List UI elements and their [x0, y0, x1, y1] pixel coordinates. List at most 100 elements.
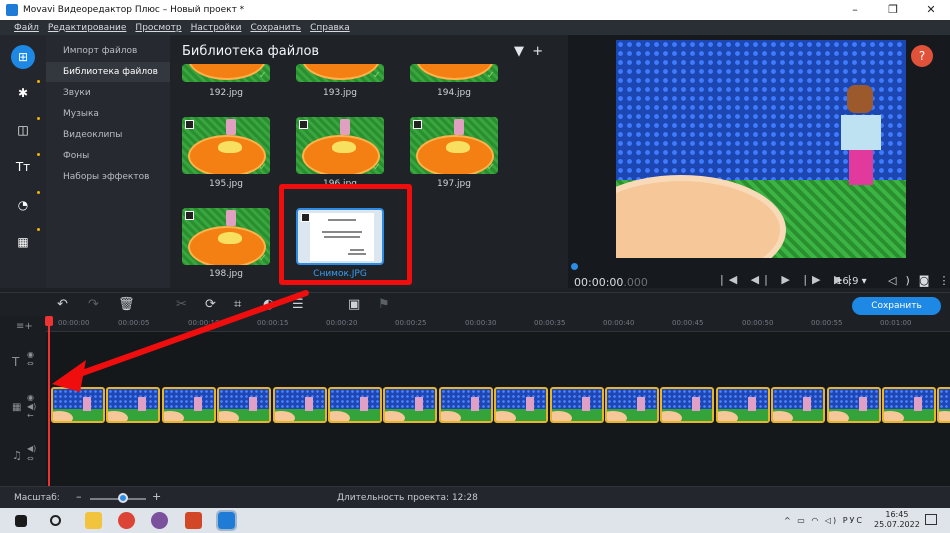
movavi-taskbar-icon[interactable]	[216, 510, 237, 531]
stickers-tool-button[interactable]: ◔	[11, 193, 35, 217]
play-icon[interactable]: ▶	[781, 273, 794, 286]
viber-icon[interactable]	[151, 512, 168, 529]
category-music[interactable]: Музыка	[46, 104, 170, 124]
timeline-clip[interactable]	[826, 387, 881, 423]
chrome-icon[interactable]	[118, 512, 135, 529]
prev-frame-icon[interactable]: ◀|	[751, 273, 773, 286]
file-thumb-197[interactable]: ✓	[410, 117, 498, 174]
category-import[interactable]: Импорт файлов	[46, 41, 170, 61]
import-tool-button[interactable]: ⊞	[11, 45, 35, 69]
timeline-clip[interactable]	[882, 387, 936, 423]
track-link-icon[interactable]: ⇔	[27, 359, 34, 368]
file-explorer-icon[interactable]	[85, 512, 102, 529]
check-icon: ✓	[372, 162, 381, 173]
undo-icon[interactable]: ↶	[57, 297, 68, 312]
menu-help[interactable]: Справка	[310, 23, 350, 33]
file-thumb-193[interactable]: ✓	[296, 64, 384, 82]
check-icon: ✓	[372, 70, 381, 81]
track-mute-icon[interactable]: ◀)	[27, 402, 36, 411]
delete-icon[interactable]: 🗑	[118, 297, 135, 312]
preview-scrub-handle[interactable]	[571, 263, 578, 270]
color-adjust-icon[interactable]: ◐	[263, 297, 274, 312]
volume-tray-icon[interactable]: ◁)	[825, 516, 838, 525]
timeline-clip[interactable]	[161, 387, 216, 423]
save-button[interactable]: Сохранить	[852, 297, 941, 315]
menu-edit[interactable]: Редактирование	[48, 23, 127, 33]
timeline-clip[interactable]	[272, 387, 327, 423]
maximize-button[interactable]: ❐	[874, 0, 912, 20]
close-button[interactable]: ✕	[912, 0, 950, 20]
plus-icon[interactable]: +	[532, 44, 543, 59]
redo-icon[interactable]: ↷	[88, 297, 99, 312]
volume-icon[interactable]: ◁)	[888, 274, 919, 287]
timeline-clip[interactable]	[217, 387, 272, 423]
file-thumb-192[interactable]: ✓	[182, 64, 270, 82]
timeline-clip[interactable]	[937, 387, 950, 423]
timeline-clip[interactable]	[660, 387, 715, 423]
marker-icon[interactable]: ⚑	[378, 297, 390, 312]
timeline-clip[interactable]	[605, 387, 659, 423]
playhead-handle[interactable]	[45, 316, 53, 326]
timeline-clip[interactable]	[51, 387, 105, 423]
menu-save[interactable]: Сохранить	[250, 23, 301, 33]
network-icon[interactable]: ◠	[811, 516, 820, 525]
file-thumb-195[interactable]: ✓	[182, 117, 270, 174]
menu-view[interactable]: Просмотр	[135, 23, 181, 33]
track-visibility-icon[interactable]: ◉	[27, 393, 34, 402]
cut-icon[interactable]: ✂	[176, 297, 187, 312]
minimize-button[interactable]: –	[836, 0, 874, 20]
battery-icon[interactable]: ▭	[797, 516, 807, 525]
video-track-icon: ▦	[12, 402, 22, 413]
effects-tool-button[interactable]: ✱	[11, 81, 35, 105]
category-videoclips[interactable]: Видеоклипы	[46, 125, 170, 145]
timeline-clip[interactable]	[715, 387, 770, 423]
file-thumb-198[interactable]: ✓	[182, 208, 270, 265]
menu-file[interactable]: Файл	[14, 23, 39, 33]
track-arrow-icon[interactable]: ←	[27, 411, 34, 420]
filter-icon[interactable]: ▼	[514, 44, 524, 59]
transitions-tool-button[interactable]: ◫	[11, 118, 35, 142]
file-thumb-196[interactable]: ✓	[296, 117, 384, 174]
language-indicator[interactable]: РУС	[843, 516, 864, 525]
aspect-ratio-select[interactable]: 16:9 ▾	[836, 276, 867, 287]
next-frame-icon[interactable]: |▶	[803, 273, 825, 286]
timeline-clip[interactable]	[438, 387, 493, 423]
timeline-ruler[interactable]: 00:00:00 00:00:05 00:00:10 00:00:15 00:0…	[46, 316, 950, 332]
zoom-out-icon[interactable]: –	[76, 490, 82, 503]
crop-icon[interactable]: ⌗	[234, 297, 241, 312]
slideshow-icon[interactable]: ▣	[348, 297, 360, 312]
category-sounds[interactable]: Звуки	[46, 83, 170, 103]
timeline-clip[interactable]	[106, 387, 161, 423]
search-icon[interactable]	[50, 515, 61, 526]
titles-tool-button[interactable]: Tт	[11, 155, 35, 179]
zoom-in-icon[interactable]: +	[152, 490, 161, 503]
file-thumb-194[interactable]: ✓	[410, 64, 498, 82]
track-mute-icon[interactable]: ◀)	[27, 444, 36, 453]
skip-start-icon[interactable]: |◀	[720, 273, 742, 286]
notification-icon[interactable]	[925, 514, 937, 525]
chevron-up-icon[interactable]: ^	[784, 516, 793, 525]
timeline-clip[interactable]	[549, 387, 604, 423]
more-tools-button[interactable]: ▦	[11, 230, 35, 254]
clock[interactable]: 16:45 25.07.2022	[874, 510, 920, 530]
zoom-slider-knob[interactable]	[118, 493, 128, 503]
track-link-icon[interactable]: ⇔	[27, 454, 34, 463]
category-backgrounds[interactable]: Фоны	[46, 146, 170, 166]
powerpoint-icon[interactable]	[185, 512, 202, 529]
timeline-clip[interactable]	[328, 387, 382, 423]
add-track-icon[interactable]: ≡+	[16, 321, 33, 332]
track-visibility-icon[interactable]: ◉	[27, 350, 34, 359]
windows-start-icon[interactable]	[15, 515, 27, 527]
rotate-icon[interactable]: ⟳	[205, 297, 216, 312]
status-bar: Масштаб: – + Длительность проекта: 12:28	[0, 486, 950, 508]
snapshot-icon[interactable]: ◙	[919, 274, 939, 287]
help-button[interactable]: ?	[911, 45, 933, 67]
timeline-clip[interactable]	[494, 387, 549, 423]
menu-settings[interactable]: Настройки	[191, 23, 242, 33]
timeline-clip[interactable]	[771, 387, 826, 423]
category-effect-packs[interactable]: Наборы эффектов	[46, 167, 170, 187]
more-icon[interactable]: ⋮	[938, 274, 950, 287]
timeline-clip[interactable]	[383, 387, 438, 423]
clip-properties-icon[interactable]: ☰	[292, 297, 304, 312]
category-library[interactable]: Библиотека файлов	[46, 62, 170, 82]
